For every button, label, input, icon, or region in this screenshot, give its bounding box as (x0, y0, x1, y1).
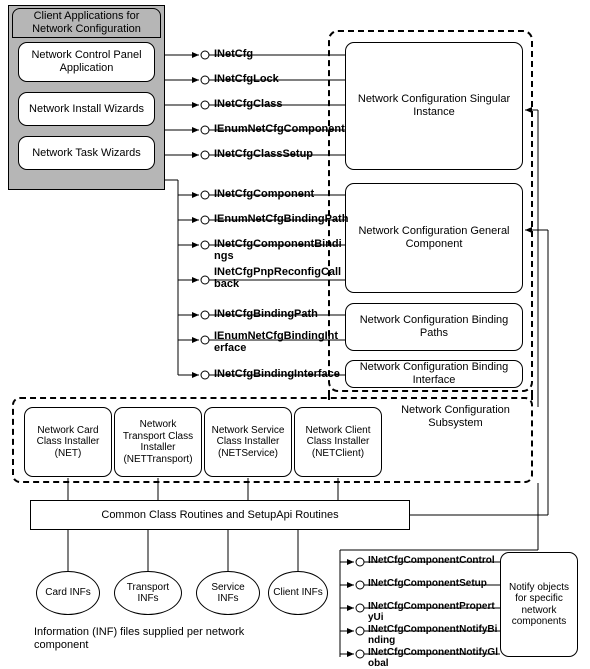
iface-IEnumNetCfgBindingPath: IEnumNetCfgBindingPath (214, 213, 348, 225)
notify-objects-box: Notify objects for specific network comp… (500, 552, 578, 657)
installer-net: Network Card Class Installer (NET) (24, 407, 112, 477)
iface-INetCfgComponentNotifyBinding: INetCfgComponentNotifyBinding (368, 624, 500, 646)
subsystem-dashed-joiner (328, 390, 533, 400)
iface-INetCfgClass: INetCfgClass (214, 98, 282, 110)
subsystem-title: Network Configuration Subsystem (388, 403, 523, 431)
singular-instance-box: Network Configuration Singular Instance (345, 42, 523, 170)
binding-interface-box: Network Configuration Binding Interface (345, 360, 523, 388)
inf-service: Service INFs (196, 571, 260, 615)
iface-INetCfgBindingPath: INetCfgBindingPath (214, 308, 318, 320)
iface-INetCfg: INetCfg (214, 48, 253, 60)
diagram-canvas: Client Applications for Network Configur… (0, 0, 590, 668)
iface-INetCfgComponentBindings: INetCfgComponentBindings (214, 238, 344, 262)
binding-paths-box: Network Configuration Binding Paths (345, 303, 523, 351)
installer-netservice: Network Service Class Installer (NETServ… (204, 407, 292, 477)
inf-caption: Information (INF) files supplied per net… (30, 625, 250, 653)
iface-INetCfgLock: INetCfgLock (214, 73, 279, 85)
inf-client: Client INFs (268, 571, 328, 615)
iface-INetCfgComponentSetup: INetCfgComponentSetup (368, 578, 487, 589)
iface-INetCfgBindingInterface: INetCfgBindingInterface (214, 368, 340, 380)
install-wizards-box: Network Install Wizards (18, 92, 155, 126)
iface-INetCfgClassSetup: INetCfgClassSetup (214, 148, 313, 160)
iface-IEnumNetCfgBindingInterface: IEnumNetCfgBindingInterface (214, 330, 344, 354)
general-component-box: Network Configuration General Component (345, 183, 523, 293)
installer-netclient: Network Client Class Installer (NETClien… (294, 407, 382, 477)
task-wizards-box: Network Task Wizards (18, 136, 155, 170)
common-routines-box: Common Class Routines and SetupApi Routi… (30, 500, 410, 530)
iface-INetCfgPnpReconfigCallback: INetCfgPnpReconfigCallback (214, 266, 344, 290)
iface-INetCfgComponent: INetCfgComponent (214, 188, 314, 200)
iface-INetCfgComponentNotifyGlobal: INetCfgComponentNotifyGlobal (368, 647, 500, 669)
iface-INetCfgComponentPropertyUi: INetCfgComponentPropertyUi (368, 601, 500, 623)
inf-transport: Transport INFs (114, 571, 182, 615)
client-apps-title: Client Applications for Network Configur… (12, 8, 161, 38)
control-panel-app-box: Network Control Panel Application (18, 42, 155, 82)
installer-nettransport: Network Transport Class Installer (NETTr… (114, 407, 202, 477)
iface-IEnumNetCfgComponent: IEnumNetCfgComponent (214, 123, 345, 135)
iface-INetCfgComponentControl: INetCfgComponentControl (368, 555, 495, 566)
inf-card: Card INFs (36, 571, 100, 615)
